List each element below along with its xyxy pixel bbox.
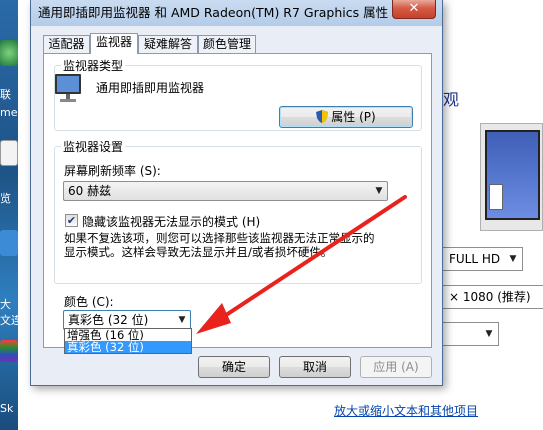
refresh-rate-value: 60 赫兹 (68, 184, 112, 198)
desktop-label: 联 (0, 88, 11, 101)
dialog-title: 通用即插即用监视器 和 AMD Radeon(TM) R7 Graphics 属… (38, 5, 389, 20)
close-icon: ✕ (408, 1, 420, 16)
desktop-file-icon[interactable] (0, 140, 18, 166)
close-button[interactable]: ✕ (392, 0, 436, 19)
document-icon (489, 184, 503, 210)
refresh-rate-select[interactable]: 60 赫兹 ▼ (63, 181, 388, 201)
tab-color-management[interactable]: 颜色管理 (198, 35, 256, 54)
hide-modes-checkbox[interactable]: ✔ (65, 214, 78, 227)
colors-option-32bit[interactable]: 真彩色 (32 位) (65, 341, 191, 353)
desktop-label: Sk (0, 402, 14, 415)
resolution-select-value: × 1080 (推荐) (449, 290, 531, 304)
monitor-preview[interactable] (480, 123, 543, 231)
tab-adapter[interactable]: 适配器 (43, 35, 90, 54)
monitor-name: 通用即插即用监视器 (96, 81, 205, 95)
desktop-label: me (0, 106, 18, 119)
shield-icon (316, 110, 329, 123)
colors-dropdown-list: 增强色 (16 位) 真彩色 (32 位) (64, 328, 192, 354)
desktop-strip: 联 me 览 大 文连 Sk (0, 0, 18, 430)
warning-text-line2: 显示模式。这样会导致无法显示并且/或者损坏硬件。 (64, 245, 333, 259)
colors-select-value: 真彩色 (32 位) (68, 313, 149, 327)
ok-button[interactable]: 确定 (198, 356, 270, 378)
properties-button-label: 属性 (P) (331, 110, 376, 124)
resolution-select[interactable]: × 1080 (推荐) (442, 285, 543, 309)
hide-modes-label[interactable]: 隐藏该监视器无法显示的模式 (H) (82, 213, 260, 230)
chevron-down-icon: ▼ (178, 315, 186, 325)
chevron-down-icon: ▼ (485, 329, 493, 339)
colors-label: 颜色 (C): (64, 295, 114, 309)
orientation-select[interactable]: ▼ (442, 322, 499, 346)
properties-button[interactable]: 属性 (P) (279, 106, 413, 128)
cancel-button[interactable]: 取消 (279, 356, 351, 378)
desktop-app-icon[interactable] (0, 340, 18, 362)
monitor-icon (55, 74, 81, 102)
desktop-label: 大 (0, 298, 11, 311)
refresh-rate-label: 屏幕刷新频率 (S): (64, 164, 161, 178)
control-panel-heading: 观 (443, 90, 460, 109)
dialog-titlebar[interactable]: 通用即插即用监视器 和 AMD Radeon(TM) R7 Graphics 属… (31, 0, 442, 26)
monitor-tab-page: 监视器类型 通用即插即用监视器 属性 (P) 监视器设置 屏幕刷新频率 (S):… (43, 53, 432, 348)
colors-select[interactable]: 真彩色 (32 位) ▼ (63, 310, 191, 330)
tab-monitor[interactable]: 监视器 (90, 33, 138, 54)
apply-button[interactable]: 应用 (A) (360, 356, 432, 378)
desktop-label: 览 (0, 192, 11, 205)
text-size-link[interactable]: 放大或缩小文本和其他项目 (334, 402, 478, 419)
display-select-value: FULL HD (449, 252, 501, 266)
tab-troubleshoot[interactable]: 疑难解答 (138, 35, 198, 54)
desktop-app-icon[interactable] (0, 230, 18, 256)
monitor-settings-title: 监视器设置 (61, 138, 126, 155)
desktop-label: 文连 (0, 314, 18, 327)
display-select[interactable]: FULL HD ▼ (442, 247, 523, 271)
chevron-down-icon: ▼ (509, 254, 517, 264)
chevron-down-icon: ▼ (375, 186, 383, 196)
desktop-app-icon[interactable] (0, 40, 18, 66)
monitor-preview-screen (485, 130, 540, 220)
